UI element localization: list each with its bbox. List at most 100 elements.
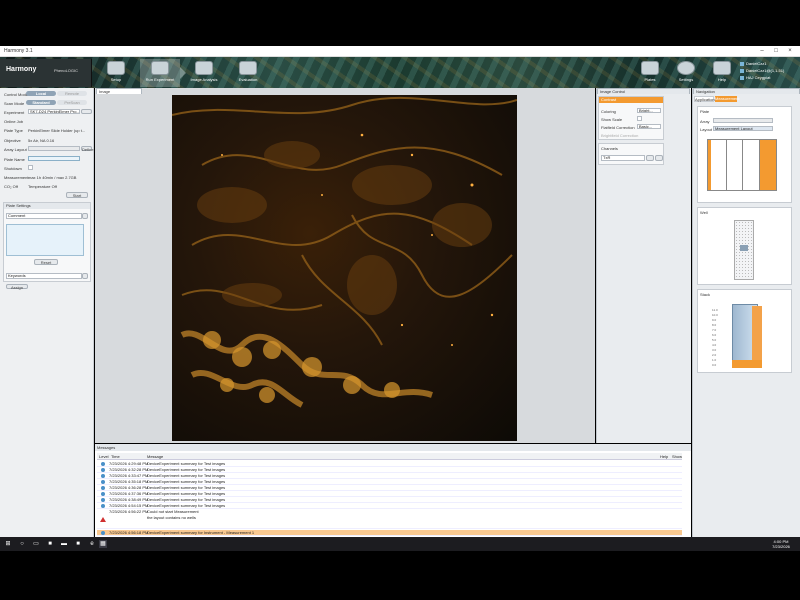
user-item[interactable]: DanielCzz1@(1,1.51) [740,67,798,74]
objective-value: 5x Air, NA 0.16 [28,138,55,143]
stack-visual[interactable] [726,300,764,370]
flatfield-select[interactable]: Basic... [637,124,661,129]
microscopy-image[interactable] [172,95,517,441]
scan-mode-prescan[interactable]: PreScan [57,100,87,105]
keywords-dropdown[interactable]: Keywords [6,273,82,279]
app-icon[interactable]: ■ [46,540,54,548]
scan-mode-label: Scan Mode [4,101,25,106]
logo-sub: PhenoLOGIC [54,68,79,73]
file-explorer-icon[interactable]: ▬ [60,540,68,548]
experiment-label: Experiment [4,110,25,115]
nav-run-experiment[interactable]: Run Experiment [140,59,186,87]
task-view-icon[interactable]: ▭ [32,540,40,548]
col-time[interactable]: Time [111,453,120,460]
control-mode-local[interactable]: Local [26,91,56,96]
experiment-field[interactable]: SK7-D24 PerkinElmer Pro... [28,109,80,114]
layout-label: Layout [700,127,713,132]
array-layout-field[interactable] [28,146,80,151]
chevron-down-icon[interactable] [82,273,88,279]
nav-evaluation[interactable]: Evaluation [228,59,268,87]
windows-start-icon[interactable]: ⊞ [4,540,12,548]
tab-application[interactable]: Application [694,96,715,102]
message-row-selected[interactable]: 7/23/2026 4:56:18 PM DeviceExperiment su… [97,530,682,536]
messages-header: Level Time Message Help Show [97,453,682,460]
contrast-header[interactable]: Contrast [599,97,663,103]
plate-divider [726,140,727,190]
experiment-browse-button[interactable] [81,109,92,114]
stack-base [732,360,762,368]
window-title: Harmony 3.1 [4,48,33,54]
channel-select[interactable]: TxR [601,155,645,161]
maximize-icon[interactable]: □ [770,47,782,55]
stack-title: Stack [700,292,711,297]
channel-add-button[interactable] [655,155,663,161]
nav-setup[interactable]: Setup [96,59,136,87]
user-item[interactable]: HAJ Ceygpiat [740,74,798,81]
well-map[interactable] [734,220,754,280]
channel-dropdown-button[interactable] [646,155,654,161]
tab-image[interactable]: Image [96,88,142,94]
navigation-title: Navigation [693,88,800,94]
minimize-icon[interactable]: – [756,47,768,55]
plate-settings-header[interactable]: Plate Settings [4,203,90,209]
message-time: 7/23/2026 4:56:18 PM [109,530,149,535]
message-text: DeviceExperiment summary for Instrument … [147,530,255,535]
evaluation-icon [239,61,257,75]
browser-icon[interactable]: e [88,540,96,548]
stack-levels: 11.0 10.0 9.0 8.0 7.0 6.0 5.0 4.0 3.0 2.… [712,308,726,368]
col-message[interactable]: Message [147,453,163,460]
message-row-warning[interactable]: 7/23/2026 4:56:22 PM Could not start Mea… [97,509,682,529]
comment-dropdown[interactable]: Comment [6,213,82,219]
plate-map[interactable] [707,139,777,191]
nav-help[interactable]: Help [702,59,742,87]
search-icon[interactable]: ○ [18,540,26,548]
nav-plates[interactable]: Plates [630,59,670,87]
shutdown-checkbox[interactable] [28,165,33,170]
flatfield-label: Flatfield Correction [601,125,635,130]
plate-title: Plate [700,109,710,114]
user-list: DanielCzz1 DanielCzz1@(1,1.51) HAJ Ceygp… [740,60,798,86]
control-mode-label: Control Mode [4,92,29,97]
comment-textarea[interactable] [6,224,84,256]
reset-button[interactable]: Reset [34,259,58,265]
show-scale-checkbox[interactable] [637,116,642,121]
message-time: 7/23/2026 4:56:22 PM [109,509,149,514]
nav-evaluation-label: Evaluation [238,77,258,82]
temperature-label: Temperature Off [28,184,57,189]
contrast-group: Contrast Coloring Bright... Show Scale F… [598,96,664,140]
nav-help-label: Help [717,77,727,82]
harmony-taskbar-icon[interactable]: ▦ [99,540,107,548]
nav-run-label: Run Experiment [145,77,175,82]
col-help[interactable]: Help [660,453,668,460]
tab-measurement[interactable]: Measurement [715,96,739,102]
help-icon [713,61,731,75]
gear-icon [677,61,695,75]
show-scale-label: Show Scale [601,117,623,122]
array-field[interactable] [713,118,773,123]
tissue-image [172,96,517,408]
plate-slot [708,140,711,190]
coloring-select[interactable]: Bright... [637,108,661,113]
online-job-label: Online Job [4,119,24,124]
col-level[interactable]: Level [99,453,109,460]
scan-mode-standard[interactable]: Standard [26,100,56,105]
stack-card: Stack 11.0 10.0 9.0 8.0 7.0 6.0 5.0 4.0 … [697,289,792,373]
plate-name-input[interactable] [28,156,80,161]
user-item[interactable]: DanielCzz1 [740,60,798,67]
layout-select[interactable]: Measurement Layout [713,126,773,131]
control-mode-remote[interactable]: Remote [57,91,87,96]
define-button[interactable]: Define [81,146,94,152]
start-button[interactable]: Start [66,192,88,198]
co2-label: CO₂ Off [4,184,18,189]
array-layout-label: Array Layout [4,147,27,152]
nav-settings[interactable]: Settings [666,59,706,87]
plate-settings-group: Plate Settings Comment Reset Keywords [3,202,91,282]
close-icon[interactable]: × [784,47,796,55]
store-icon[interactable]: ■ [74,540,82,548]
col-show[interactable]: Show [672,453,682,460]
chevron-down-icon[interactable] [82,213,88,219]
clock[interactable]: 4:00 PM 7/23/2026 [765,539,797,549]
assign-button[interactable]: Assign [6,284,28,290]
message-text-detail: the layout contains no wells [147,515,196,520]
nav-image-analysis[interactable]: Image Analysis [184,59,224,87]
